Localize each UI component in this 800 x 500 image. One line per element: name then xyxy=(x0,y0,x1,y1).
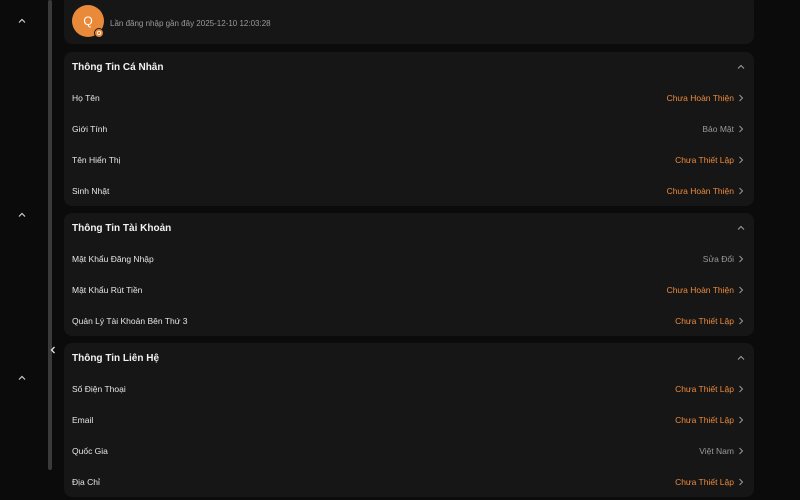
section-title: Thông Tin Liên Hệ xyxy=(72,352,160,364)
row-country[interactable]: Quốc Gia Việt Nam xyxy=(64,435,754,466)
row-value: Chưa Thiết Lập xyxy=(675,315,734,326)
row-value: Chưa Hoàn Thiện xyxy=(666,92,734,103)
row-label: Giới Tính xyxy=(72,123,108,134)
row-label: Email xyxy=(72,414,94,425)
row-address[interactable]: Địa Chỉ Chưa Thiết Lập xyxy=(64,466,754,497)
sidebar-chevron-up-icon[interactable] xyxy=(15,14,29,28)
chevron-right-icon xyxy=(739,286,744,293)
sidebar-chevron-up-icon[interactable] xyxy=(15,371,29,385)
chevron-up-icon xyxy=(737,355,745,360)
collapse-sidebar-button[interactable] xyxy=(46,340,60,360)
section-contact-info: Thông Tin Liên Hệ Số Điện Thoại Chưa Thi… xyxy=(64,343,754,497)
chevron-right-icon xyxy=(739,94,744,101)
row-full-name[interactable]: Họ Tên Chưa Hoàn Thiện xyxy=(64,82,754,113)
row-label: Mật Khẩu Rút Tiền xyxy=(72,284,143,295)
row-label: Số Điện Thoại xyxy=(72,383,126,394)
avatar-edit-icon[interactable] xyxy=(94,28,104,38)
section-account-info: Thông Tin Tài Khoản Mật Khẩu Đăng Nhập S… xyxy=(64,213,754,336)
row-label: Quốc Gia xyxy=(72,445,108,456)
section-header[interactable]: Thông Tin Tài Khoản xyxy=(64,213,754,243)
avatar-initial: Q xyxy=(83,14,93,28)
row-label: Mật Khẩu Đăng Nhập xyxy=(72,253,154,264)
section-header[interactable]: Thông Tin Liên Hệ xyxy=(64,343,754,373)
profile-card: Q Lần đăng nhập gần đây 2025-12-10 12:03… xyxy=(64,0,754,44)
chevron-right-icon xyxy=(739,478,744,485)
row-value: Chưa Thiết Lập xyxy=(675,476,734,487)
sidebar xyxy=(0,0,54,500)
row-label: Sinh Nhật xyxy=(72,185,110,196)
chevron-left-icon xyxy=(50,346,55,354)
row-value: Chưa Thiết Lập xyxy=(675,383,734,394)
chevron-right-icon xyxy=(739,317,744,324)
section-title: Thông Tin Tài Khoản xyxy=(72,222,172,234)
row-birthday[interactable]: Sinh Nhật Chưa Hoàn Thiện xyxy=(64,175,754,206)
row-label: Tên Hiển Thị xyxy=(72,154,121,165)
row-email[interactable]: Email Chưa Thiết Lập xyxy=(64,404,754,435)
chevron-right-icon xyxy=(739,187,744,194)
row-phone[interactable]: Số Điện Thoại Chưa Thiết Lập xyxy=(64,373,754,404)
section-personal-info: Thông Tin Cá Nhân Họ Tên Chưa Hoàn Thiện… xyxy=(64,52,754,206)
chevron-right-icon xyxy=(739,255,744,262)
chevron-right-icon xyxy=(739,125,744,132)
row-display-name[interactable]: Tên Hiển Thị Chưa Thiết Lập xyxy=(64,144,754,175)
row-label: Địa Chỉ xyxy=(72,476,100,487)
section-header[interactable]: Thông Tin Cá Nhân xyxy=(64,52,754,82)
chevron-right-icon xyxy=(739,447,744,454)
sidebar-chevron-up-icon[interactable] xyxy=(15,208,29,222)
row-value: Sửa Đổi xyxy=(702,253,734,264)
row-label: Quản Lý Tài Khoản Bên Thứ 3 xyxy=(72,315,188,326)
row-third-party-accounts[interactable]: Quản Lý Tài Khoản Bên Thứ 3 Chưa Thiết L… xyxy=(64,305,754,336)
main-content: Q Lần đăng nhập gần đây 2025-12-10 12:03… xyxy=(64,0,754,500)
sidebar-scrollbar[interactable] xyxy=(48,0,52,470)
chevron-up-icon xyxy=(737,225,745,230)
row-value: Chưa Hoàn Thiện xyxy=(666,185,734,196)
chevron-right-icon xyxy=(739,416,744,423)
section-title: Thông Tin Cá Nhân xyxy=(72,61,164,73)
row-label: Họ Tên xyxy=(72,92,100,103)
row-value: Việt Nam xyxy=(699,445,734,456)
chevron-up-icon xyxy=(737,64,745,69)
row-gender[interactable]: Giới Tính Bảo Mật xyxy=(64,113,754,144)
row-login-password[interactable]: Mật Khẩu Đăng Nhập Sửa Đổi xyxy=(64,243,754,274)
row-value: Chưa Thiết Lập xyxy=(675,154,734,165)
row-value: Chưa Thiết Lập xyxy=(675,414,734,425)
last-login-text: Lần đăng nhập gần đây 2025-12-10 12:03:2… xyxy=(110,19,271,28)
chevron-right-icon xyxy=(739,385,744,392)
row-value: Bảo Mật xyxy=(702,123,734,134)
row-withdraw-password[interactable]: Mật Khẩu Rút Tiền Chưa Hoàn Thiện xyxy=(64,274,754,305)
row-value: Chưa Hoàn Thiện xyxy=(666,284,734,295)
chevron-right-icon xyxy=(739,156,744,163)
